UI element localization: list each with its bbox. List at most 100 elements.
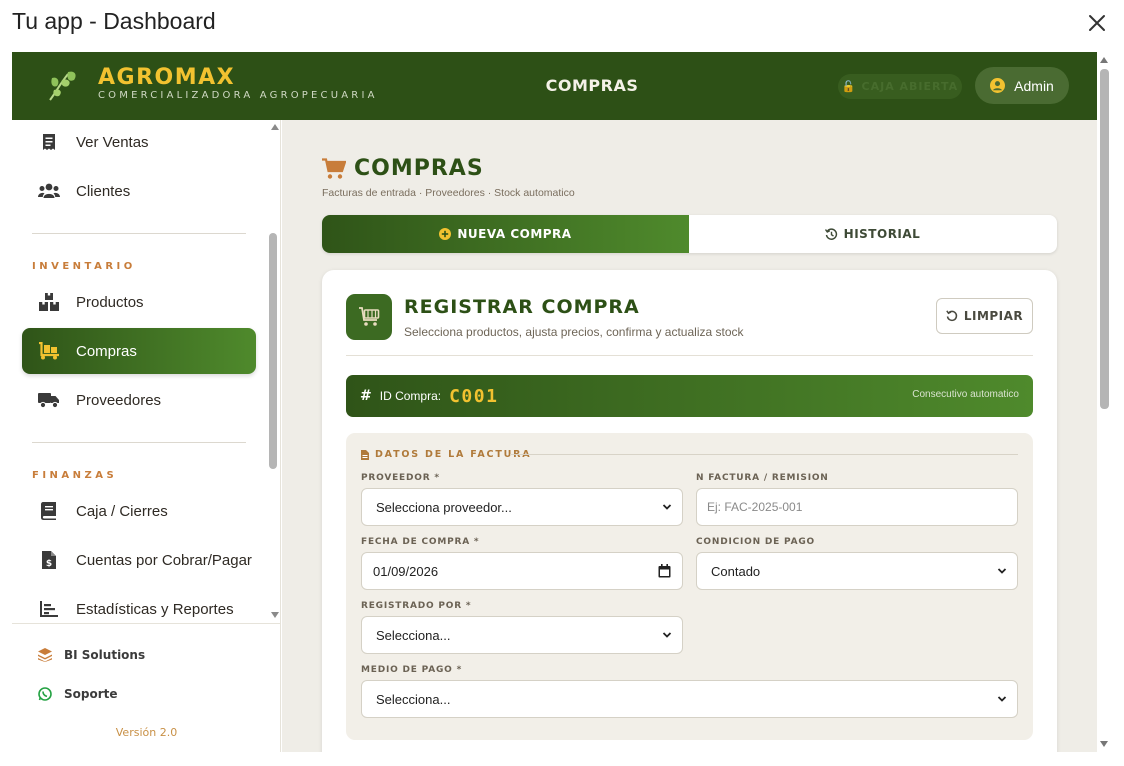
tab-label: HISTORIAL (843, 227, 921, 241)
plus-circle-icon (439, 228, 452, 240)
tab-label: NUEVA COMPRA (457, 227, 572, 241)
clear-label: LIMPIAR (963, 309, 1024, 323)
users-icon (38, 180, 60, 202)
purchase-id-bar: # ID Compra: C001 Consecutivo automatico (346, 375, 1033, 417)
tab-nueva-compra[interactable]: NUEVA COMPRA (322, 215, 689, 253)
user-label: Admin (1014, 77, 1054, 94)
section-title: DATOS DE LA FACTURA (375, 449, 532, 460)
chevron-down-icon (997, 568, 1007, 574)
sidebar-item-label: Proveedores (76, 391, 162, 409)
tab-historial[interactable]: HISTORIAL (689, 215, 1056, 253)
card-title: REGISTRAR COMPRA (404, 296, 640, 318)
medio-select[interactable]: Selecciona... (361, 680, 1018, 718)
cart-icon (322, 157, 346, 179)
history-icon (824, 227, 837, 240)
purchase-id-value: C001 (449, 385, 499, 407)
tab-bar: NUEVA COMPRA HISTORIAL (322, 215, 1057, 253)
sidebar-item-label: Compras (76, 342, 137, 360)
card-divider (346, 355, 1033, 356)
fecha-label: FECHA DE COMPRA * (361, 537, 480, 547)
scroll-up-icon[interactable] (270, 123, 280, 131)
proveedor-value: Selecciona proveedor... (376, 499, 512, 515)
bi-solutions-link[interactable]: BI Solutions (38, 648, 145, 662)
version-label: Versión 2.0 (115, 726, 178, 739)
page-title: COMPRAS (354, 156, 484, 181)
caja-status-badge: 🔓 CAJA ABIERTA (838, 74, 962, 99)
truck-icon (38, 389, 60, 411)
sidebar-item-compras[interactable]: Compras (22, 328, 256, 374)
page-scroll-thumb[interactable] (1100, 69, 1109, 409)
file-icon (361, 449, 369, 460)
sidebar-item-label: Clientes (76, 182, 131, 200)
cart-flatbed-icon (346, 294, 392, 340)
sidebar-item-label: Cuentas por Cobrar/Pagar (76, 551, 252, 569)
scroll-down-icon[interactable] (270, 611, 280, 619)
user-menu-button[interactable]: Admin (975, 67, 1069, 104)
sidebar: Ver Ventas Clientes INVENTARIO Productos (12, 120, 281, 752)
caja-status-label: CAJA ABIERTA (861, 80, 959, 93)
sidebar-item-ver-ventas[interactable]: Ver Ventas (22, 120, 256, 165)
sidebar-item-label: Caja / Cierres (76, 502, 168, 520)
support-label: Soporte (64, 687, 118, 701)
registrar-compra-card: REGISTRAR COMPRA Selecciona productos, a… (322, 270, 1057, 752)
medio-value: Selecciona... (376, 691, 451, 707)
fecha-input[interactable]: 01/09/2026 (361, 552, 683, 590)
registrado-select[interactable]: Selecciona... (361, 616, 683, 654)
clear-button[interactable]: LIMPIAR (936, 298, 1033, 334)
section-divider (510, 454, 1018, 455)
invoice-data-section: DATOS DE LA FACTURA PROVEEDOR * Seleccio… (346, 433, 1033, 740)
boxes-icon (38, 291, 60, 313)
purchase-id-label: ID Compra: (379, 389, 442, 403)
page-heading: COMPRAS (322, 156, 484, 181)
sidebar-item-clientes[interactable]: Clientes (22, 168, 256, 214)
sidebar-divider (32, 442, 246, 443)
section-label-finanzas: FINANZAS (32, 470, 118, 481)
purchase-id-note: Consecutivo automatico (912, 389, 1019, 400)
calendar-icon[interactable] (658, 564, 671, 578)
fecha-value: 01/09/2026 (373, 563, 439, 579)
sidebar-item-label: Ver Ventas (76, 133, 149, 151)
main-content: COMPRAS Facturas de entrada · Proveedore… (282, 120, 1097, 752)
sidebar-item-label: Estadísticas y Reportes (76, 600, 234, 618)
sidebar-item-productos[interactable]: Productos (22, 279, 256, 325)
factura-label: N FACTURA / REMISION (696, 473, 829, 483)
invoice-dollar-icon: $ (38, 549, 60, 571)
proveedor-label: PROVEEDOR * (361, 473, 440, 483)
svg-text:$: $ (46, 559, 52, 569)
medio-label: MEDIO DE PAGO * (361, 665, 463, 675)
window-title: Tu app - Dashboard (12, 8, 216, 34)
sidebar-item-caja-cierres[interactable]: Caja / Cierres (22, 488, 256, 534)
book-icon (38, 500, 60, 522)
scroll-up-icon[interactable] (1099, 56, 1109, 64)
bi-solutions-label: BI Solutions (64, 648, 146, 662)
whatsapp-icon (38, 687, 52, 701)
layers-icon (38, 648, 52, 662)
receipt-icon (38, 131, 60, 153)
undo-icon (946, 310, 958, 322)
close-icon[interactable] (1084, 10, 1110, 36)
sidebar-scroll-thumb[interactable] (269, 233, 277, 469)
hash-icon: # (360, 388, 372, 404)
section-heading: DATOS DE LA FACTURA (361, 449, 531, 460)
sidebar-item-estadisticas[interactable]: Estadísticas y Reportes (22, 586, 256, 623)
chevron-down-icon (662, 632, 672, 638)
sidebar-item-cuentas[interactable]: $ Cuentas por Cobrar/Pagar (22, 537, 256, 583)
factura-input[interactable]: Ej: FAC-2025-001 (696, 488, 1018, 526)
condicion-select[interactable]: Contado (696, 552, 1018, 590)
sidebar-nav: Ver Ventas Clientes INVENTARIO Productos (12, 120, 281, 623)
top-header: AGROMAX COMERCIALIZADORA AGROPECUARIA CO… (12, 52, 1097, 120)
section-label-inventario: INVENTARIO (32, 261, 136, 272)
factura-placeholder: Ej: FAC-2025-001 (707, 500, 803, 514)
dolly-icon (38, 340, 60, 362)
app-frame: AGROMAX COMERCIALIZADORA AGROPECUARIA CO… (12, 52, 1097, 752)
condicion-label: CONDICION DE PAGO (696, 537, 816, 547)
chevron-down-icon (662, 504, 672, 510)
page-subtitle: Facturas de entrada · Proveedores · Stoc… (322, 187, 575, 199)
sidebar-footer: BI Solutions Soporte Versión 2.0 (12, 623, 281, 752)
chevron-down-icon (997, 696, 1007, 702)
scroll-down-icon[interactable] (1099, 740, 1109, 748)
sidebar-divider (32, 233, 246, 234)
support-link[interactable]: Soporte (38, 687, 118, 701)
sidebar-item-proveedores[interactable]: Proveedores (22, 377, 256, 423)
proveedor-select[interactable]: Selecciona proveedor... (361, 488, 683, 526)
